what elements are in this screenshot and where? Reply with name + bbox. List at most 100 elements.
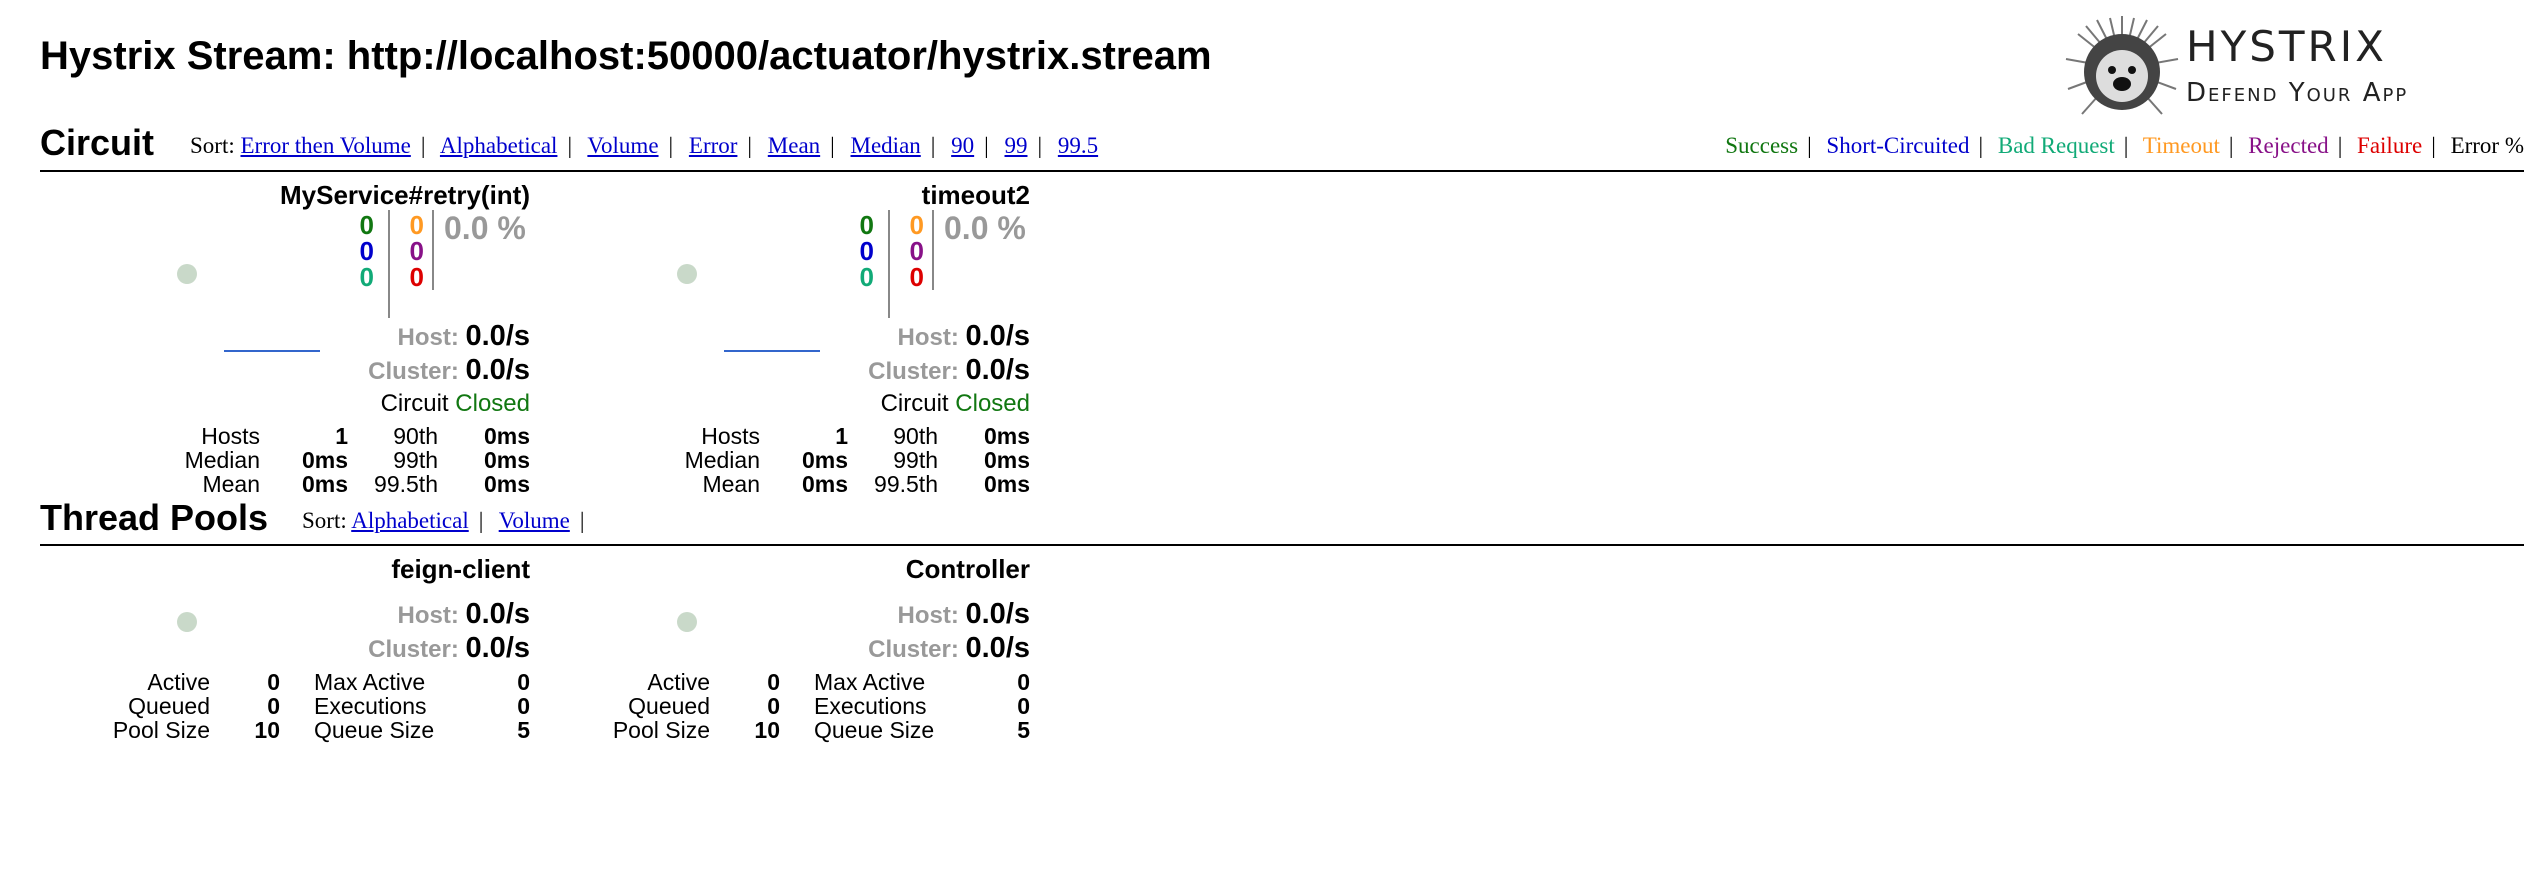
latency-values-right: 0ms 0ms 0ms	[438, 424, 530, 496]
queue-size-value: 5	[1017, 717, 1030, 743]
host-rate-value: 0.0/s	[465, 598, 531, 630]
circuit-status-label: Circuit	[880, 390, 949, 417]
active-value: 0	[267, 669, 280, 695]
host-rate-label: Host:	[397, 324, 459, 351]
active-label: Active	[647, 669, 710, 695]
sort-90[interactable]: 90	[951, 133, 974, 158]
rejected-count: 0	[909, 236, 924, 266]
mean-value: 0ms	[301, 471, 348, 497]
pool-values-right: 0 0 5	[460, 670, 530, 742]
p99-value: 0ms	[983, 447, 1030, 473]
cluster-rate-value: 0.0/s	[965, 354, 1031, 386]
max-active-value: 0	[517, 669, 530, 695]
threadpool-card: feign-client Host: 0.0/s Cluster: 0.0/s …	[30, 554, 530, 874]
p995-label: 99.5th	[374, 471, 438, 497]
circuit-name: timeout2	[921, 180, 1030, 210]
short-circuited-count: 0	[859, 236, 874, 266]
sort-median[interactable]: Median	[851, 133, 921, 158]
latency-labels-left: Hosts Median Mean	[610, 424, 760, 496]
executions-label: Executions	[314, 693, 427, 719]
median-value: 0ms	[301, 447, 348, 473]
logo-tagline: Defend Your App	[2186, 78, 2409, 108]
latency-values-right: 0ms 0ms 0ms	[938, 424, 1030, 496]
host-rate-value: 0.0/s	[465, 320, 531, 352]
host-rate: Host: 0.0/s	[898, 320, 1031, 353]
executions-value: 0	[517, 693, 530, 719]
counts-divider	[888, 210, 890, 318]
counts-right: 0 0 0	[400, 212, 424, 290]
pool-size-value: 10	[254, 717, 280, 743]
max-active-value: 0	[1017, 669, 1030, 695]
max-active-label: Max Active	[314, 669, 426, 695]
median-value: 0ms	[801, 447, 848, 473]
pool-values-right: 0 0 5	[960, 670, 1030, 742]
p90-label: 90th	[893, 423, 938, 449]
queue-size-label: Queue Size	[314, 717, 435, 743]
max-active-label: Max Active	[814, 669, 926, 695]
queued-value: 0	[267, 693, 280, 719]
sort-mean[interactable]: Mean	[768, 133, 820, 158]
circuit-card: MyService#retry(int) 0 0 0 0 0 0 0.0 % H…	[30, 180, 530, 500]
porcupine-icon	[2065, 16, 2179, 115]
threadpool-name: feign-client	[391, 554, 530, 584]
sort-error-then-volume[interactable]: Error then Volume	[240, 133, 410, 158]
sort-99-5[interactable]: 99.5	[1058, 133, 1098, 158]
status-legend: Success | Short-Circuited | Bad Request | T…	[1725, 133, 2524, 158]
cluster-rate-label: Cluster:	[368, 358, 459, 385]
hosts-value: 1	[335, 423, 348, 449]
short-circuited-count: 0	[359, 236, 374, 266]
sparkline	[724, 350, 820, 352]
latency-labels-right: 90th 99th 99.5th	[348, 424, 438, 496]
threadpool-section-title: Thread Pools	[40, 497, 269, 538]
circuit-status: Circuit Closed	[381, 390, 530, 418]
health-indicator	[677, 264, 697, 284]
sort-alphabetical[interactable]: Alphabetical	[440, 133, 558, 158]
circuit-status: Circuit Closed	[881, 390, 1030, 418]
health-indicator	[177, 264, 197, 284]
executions-value: 0	[1017, 693, 1030, 719]
circuit-name: MyService#retry(int)	[280, 180, 530, 210]
p995-label: 99.5th	[874, 471, 938, 497]
timeout-count: 0	[409, 210, 424, 240]
legend-timeout: Timeout	[2142, 133, 2220, 158]
p90-value: 0ms	[983, 423, 1030, 449]
hosts-value: 1	[835, 423, 848, 449]
host-rate: Host: 0.0/s	[398, 320, 531, 353]
p99-label: 99th	[393, 447, 438, 473]
cluster-rate-label: Cluster:	[868, 358, 959, 385]
threadpool-sort-bar: Sort: Alphabetical | Volume |	[302, 508, 585, 533]
p90-label: 90th	[393, 423, 438, 449]
cluster-rate: Cluster: 0.0/s	[868, 354, 1030, 387]
sparkline	[224, 350, 320, 352]
legend-failure: Failure	[2357, 133, 2423, 158]
pool-labels-left: Active Queued Pool Size	[60, 670, 210, 742]
success-count: 0	[859, 210, 874, 240]
failure-count: 0	[909, 262, 924, 292]
active-label: Active	[147, 669, 210, 695]
latency-values-left: 1 0ms 0ms	[760, 424, 848, 496]
tp-sort-volume[interactable]: Volume	[499, 508, 570, 533]
tp-sort-alphabetical[interactable]: Alphabetical	[351, 508, 469, 533]
host-rate: Host: 0.0/s	[398, 598, 531, 631]
circuit-status-label: Circuit	[380, 390, 449, 417]
hosts-label: Hosts	[701, 423, 760, 449]
queue-size-label: Queue Size	[814, 717, 935, 743]
p99-value: 0ms	[483, 447, 530, 473]
error-percentage: 0.0 %	[944, 210, 1026, 246]
counts-right: 0 0 0	[900, 212, 924, 290]
legend-error-pct: Error %	[2450, 133, 2524, 158]
threadpool-divider	[40, 544, 2524, 546]
sort-error[interactable]: Error	[689, 133, 738, 158]
circuit-divider	[40, 170, 2524, 172]
queued-label: Queued	[128, 693, 210, 719]
stream-title: Hystrix Stream: http://localhost:50000/a…	[40, 34, 1212, 78]
cluster-rate-value: 0.0/s	[465, 632, 531, 664]
active-value: 0	[767, 669, 780, 695]
sort-99[interactable]: 99	[1005, 133, 1028, 158]
rejected-count: 0	[409, 236, 424, 266]
p995-value: 0ms	[483, 471, 530, 497]
legend-success: Success	[1725, 133, 1799, 158]
sort-volume[interactable]: Volume	[587, 133, 658, 158]
counts-divider	[432, 210, 434, 290]
counts-left: 0 0 0	[350, 212, 374, 290]
